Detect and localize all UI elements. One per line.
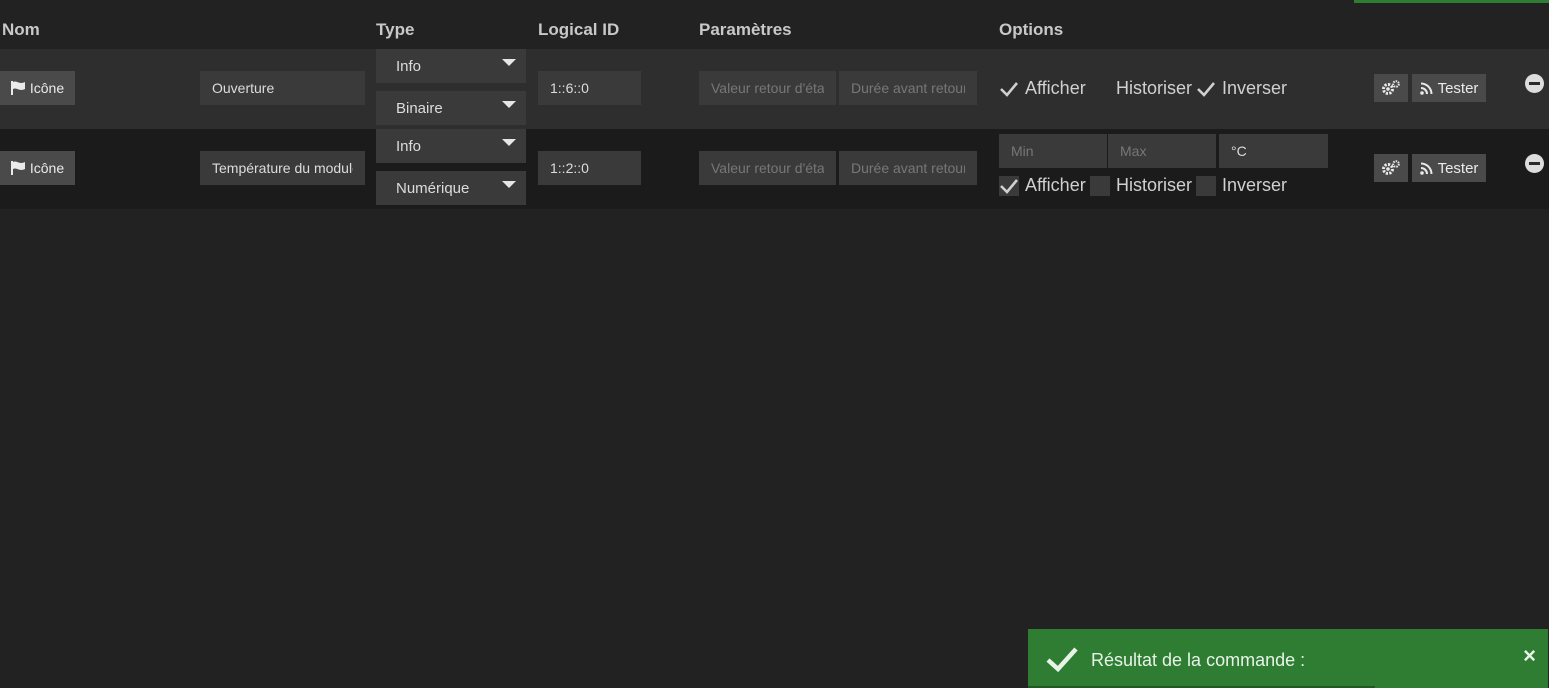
command-row: Icône Info Binaire Afficher Historiser I… xyxy=(0,49,1549,129)
remove-command-button[interactable] xyxy=(1525,74,1544,93)
check-icon xyxy=(1000,81,1018,97)
type-select[interactable]: Info xyxy=(376,129,526,163)
subtype-select[interactable]: Binaire xyxy=(376,91,526,125)
chevron-down-icon xyxy=(502,59,516,66)
option-label: Historiser xyxy=(1116,78,1193,98)
check-icon xyxy=(1197,81,1215,97)
state-return-value-input[interactable] xyxy=(699,71,836,105)
chevron-down-icon xyxy=(502,181,516,188)
logical-id-input[interactable] xyxy=(538,71,641,105)
logical-id-input[interactable] xyxy=(538,151,641,185)
min-value-input[interactable] xyxy=(999,134,1107,168)
rss-icon xyxy=(1419,82,1433,95)
rss-icon xyxy=(1419,162,1433,175)
flag-icon xyxy=(10,81,26,95)
test-button-label: Tester xyxy=(1437,79,1479,97)
option-label: Inverser xyxy=(1222,175,1288,195)
icon-button-label: Icône xyxy=(29,80,65,96)
minus-circle-icon xyxy=(1529,82,1540,85)
checkbox-checked[interactable] xyxy=(999,175,1019,196)
delay-before-return-input[interactable] xyxy=(839,151,977,185)
remove-command-button[interactable] xyxy=(1525,154,1544,173)
checkbox-unchecked[interactable] xyxy=(1090,78,1110,99)
unit-input[interactable] xyxy=(1219,134,1328,168)
close-icon[interactable]: × xyxy=(1523,643,1536,669)
top-progress-bar xyxy=(1354,0,1549,3)
header-nom: Nom xyxy=(2,20,40,39)
option-label: Afficher xyxy=(1025,175,1086,195)
icon-select-button[interactable]: Icône xyxy=(0,151,75,185)
type-select-value: Info xyxy=(396,137,422,155)
header-parametres: Paramètres xyxy=(699,20,792,39)
checkbox-unchecked[interactable] xyxy=(1196,175,1216,196)
option-historiser[interactable]: Historiser xyxy=(1090,175,1192,196)
option-afficher[interactable]: Afficher xyxy=(999,78,1086,99)
subtype-select[interactable]: Numérique xyxy=(376,171,526,205)
option-label: Afficher xyxy=(1025,78,1086,98)
option-label: Inverser xyxy=(1222,78,1288,98)
toast-message: Résultat de la commande : xyxy=(1091,650,1306,670)
checkbox-checked[interactable] xyxy=(1196,79,1216,99)
option-label: Historiser xyxy=(1116,175,1193,195)
test-button-label: Tester xyxy=(1437,159,1479,177)
type-select-value: Info xyxy=(396,57,422,75)
option-afficher[interactable]: Afficher xyxy=(999,175,1086,196)
minus-circle-icon xyxy=(1529,162,1540,165)
checkbox-unchecked[interactable] xyxy=(1090,175,1110,196)
option-inverser[interactable]: Inverser xyxy=(1196,175,1287,196)
command-name-input[interactable] xyxy=(200,151,365,185)
header-options: Options xyxy=(999,20,1064,39)
state-return-value-input[interactable] xyxy=(699,151,836,185)
icon-button-label: Icône xyxy=(29,160,65,176)
icon-select-button[interactable]: Icône xyxy=(0,71,75,105)
command-row: Icône Info Numérique Afficher Historiser… xyxy=(0,129,1549,209)
header-type: Type xyxy=(376,20,415,39)
result-toast: Résultat de la commande : × xyxy=(1028,629,1548,688)
flag-icon xyxy=(10,161,26,175)
checkbox-checked[interactable] xyxy=(999,79,1019,99)
header-logical-id: Logical ID xyxy=(538,20,620,39)
advanced-config-button[interactable] xyxy=(1374,154,1408,182)
subtype-select-value: Binaire xyxy=(396,99,443,117)
chevron-down-icon xyxy=(502,101,516,108)
subtype-select-value: Numérique xyxy=(396,179,470,197)
chevron-down-icon xyxy=(502,139,516,146)
option-historiser[interactable]: Historiser xyxy=(1090,78,1192,99)
cogs-icon xyxy=(1382,80,1400,95)
max-value-input[interactable] xyxy=(1108,134,1216,168)
option-inverser[interactable]: Inverser xyxy=(1196,78,1287,99)
check-icon xyxy=(1000,178,1018,194)
check-icon xyxy=(1046,647,1078,672)
test-button[interactable]: Tester xyxy=(1412,154,1486,182)
test-button[interactable]: Tester xyxy=(1412,74,1486,102)
cogs-icon xyxy=(1382,160,1400,175)
type-select[interactable]: Info xyxy=(376,49,526,83)
command-name-input[interactable] xyxy=(200,71,365,105)
delay-before-return-input[interactable] xyxy=(839,71,977,105)
advanced-config-button[interactable] xyxy=(1374,74,1408,102)
